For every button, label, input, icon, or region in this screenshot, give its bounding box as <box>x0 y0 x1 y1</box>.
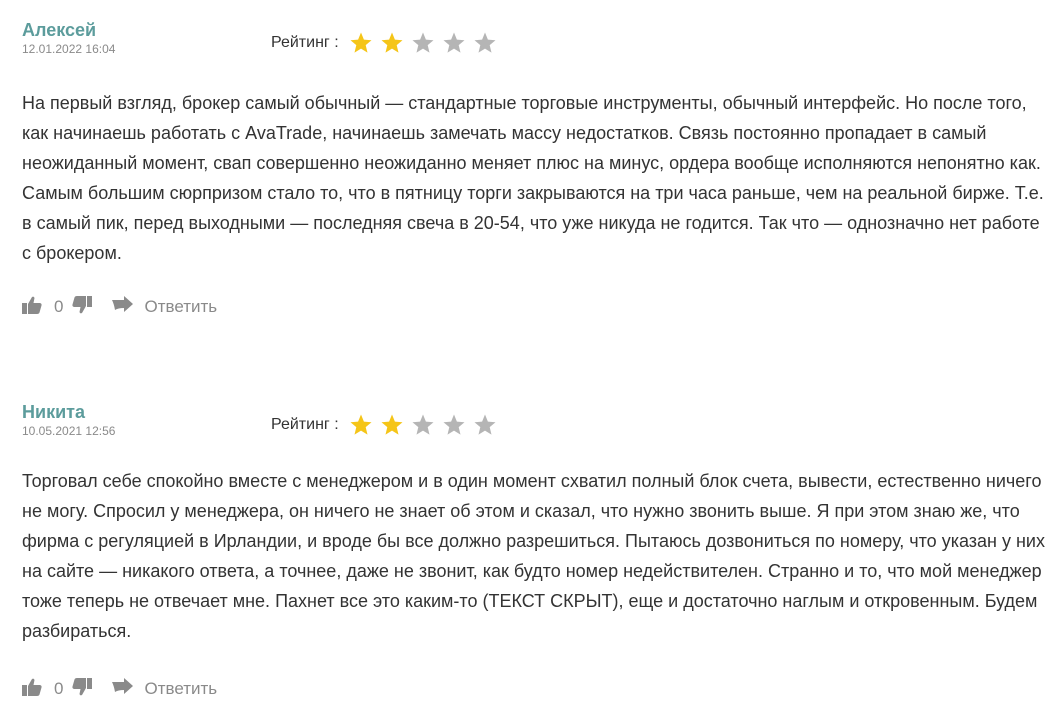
review-actions: 0 Ответить <box>22 294 217 320</box>
rating-stars <box>349 413 504 437</box>
star-empty-icon <box>442 31 466 55</box>
thumbs-up-icon[interactable] <box>22 678 42 701</box>
rating-label: Рейтинг : <box>271 416 339 433</box>
star-filled-icon <box>349 31 373 55</box>
star-filled-icon <box>380 413 404 437</box>
review-rating: Рейтинг : <box>271 410 504 440</box>
review-actions: 0 Ответить <box>22 676 217 702</box>
review-author[interactable]: Никита <box>22 400 85 424</box>
reply-button[interactable]: Ответить <box>112 295 218 319</box>
rating-stars <box>349 31 504 55</box>
review-author[interactable]: Алексей <box>22 18 96 42</box>
like-count: 0 <box>54 297 64 316</box>
thumbs-down-icon[interactable] <box>72 677 93 701</box>
star-filled-icon <box>349 413 373 437</box>
review-rating: Рейтинг : <box>271 28 504 58</box>
star-empty-icon <box>411 413 435 437</box>
like-count: 0 <box>54 679 64 698</box>
star-filled-icon <box>380 31 404 55</box>
review-date: 12.01.2022 16:04 <box>22 42 116 56</box>
review-text: На первый взгляд, брокер самый обычный —… <box>22 93 1044 263</box>
reply-arrow-icon <box>112 295 134 319</box>
thumbs-down-icon[interactable] <box>72 295 93 319</box>
reply-label: Ответить <box>144 679 218 698</box>
review-text: Торговал себе спокойно вместе с менеджер… <box>22 471 1045 641</box>
reply-button[interactable]: Ответить <box>112 677 218 701</box>
reply-arrow-icon <box>112 677 134 701</box>
review-header: Алексей 12.01.2022 16:04 Рейтинг : <box>22 18 1052 68</box>
star-empty-icon <box>473 413 497 437</box>
star-empty-icon <box>473 31 497 55</box>
review-date: 10.05.2021 12:56 <box>22 424 116 438</box>
thumbs-up-icon[interactable] <box>22 296 42 319</box>
review-card: Никита 10.05.2021 12:56 Рейтинг : Торгов… <box>22 400 1052 698</box>
reply-label: Ответить <box>144 297 218 316</box>
star-empty-icon <box>442 413 466 437</box>
review-header: Никита 10.05.2021 12:56 Рейтинг : <box>22 400 1052 450</box>
star-empty-icon <box>411 31 435 55</box>
rating-label: Рейтинг : <box>271 34 339 51</box>
review-card: Алексей 12.01.2022 16:04 Рейтинг : На пе… <box>22 18 1052 316</box>
